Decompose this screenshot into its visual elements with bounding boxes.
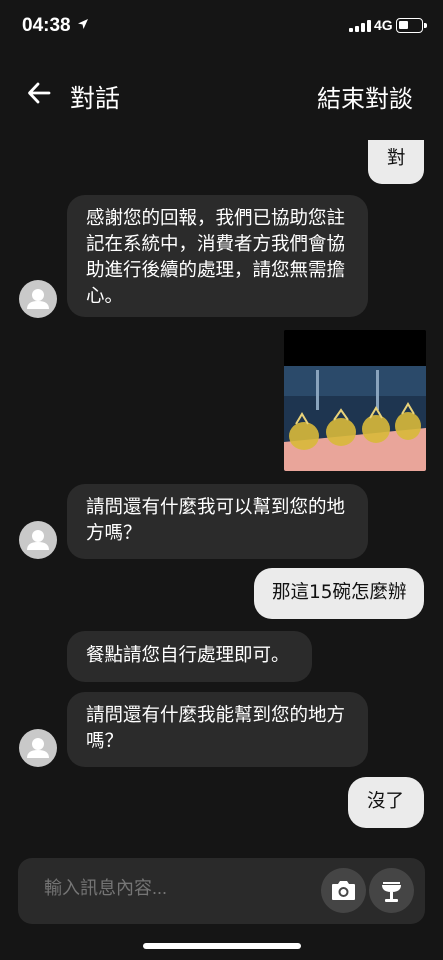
outgoing-message: 對 (368, 140, 424, 184)
message-line: 記在系統中，消費者方我們會協 (86, 234, 346, 255)
photo-message[interactable] (284, 330, 426, 471)
home-indicator (143, 943, 301, 949)
message-line: 感謝您的回報，我們已協助您註 (86, 208, 346, 229)
status-bar: 04:38 4G (0, 0, 443, 52)
incoming-message: 感謝您的回報，我們已協助您註 記在系統中，消費者方我們會協 助進行後續的處理，請… (67, 195, 368, 317)
message-line: 方嗎？ (86, 523, 142, 544)
message-text: 那這15碗怎麼辦 (272, 582, 407, 603)
end-conversation-button[interactable]: 結束對談 (317, 79, 413, 114)
message-composer (18, 858, 425, 924)
message-line: 心。 (86, 286, 124, 307)
message-line: 請問還有什麼我可以幫到您的地 (86, 497, 346, 518)
back-arrow-icon[interactable] (26, 80, 52, 106)
incoming-message: 請問還有什麼我能幫到您的地方 嗎？ (67, 692, 368, 767)
page-title: 對話 (70, 84, 121, 113)
outgoing-message: 沒了 (348, 777, 424, 828)
message-text: 沒了 (367, 791, 405, 812)
food-bowl-icon (382, 882, 401, 902)
message-line: 餐點請您自行處理即可。 (86, 645, 290, 666)
message-line: 嗎？ (86, 731, 124, 752)
avatar (19, 521, 57, 559)
camera-button[interactable] (321, 868, 366, 913)
signal-icon (349, 20, 371, 32)
message-line: 請問還有什麼我能幫到您的地方 (86, 705, 346, 726)
status-time: 04:38 (22, 15, 71, 36)
message-line: 助進行後續的處理，請您無需擔 (86, 260, 346, 281)
outgoing-message: 那這15碗怎麼辦 (254, 568, 424, 619)
network-type: 4G (374, 17, 393, 33)
incoming-message: 請問還有什麼我可以幫到您的地 方嗎？ (67, 484, 368, 559)
camera-icon (332, 881, 355, 900)
avatar (19, 729, 57, 767)
message-text: 對 (387, 148, 406, 169)
food-button[interactable] (369, 868, 414, 913)
chat-header: 對話 結束對談 (0, 62, 443, 128)
location-arrow-icon (78, 19, 88, 29)
message-input[interactable] (44, 878, 314, 899)
avatar (19, 280, 57, 318)
incoming-message: 餐點請您自行處理即可。 (67, 631, 312, 682)
battery-icon (396, 18, 427, 33)
